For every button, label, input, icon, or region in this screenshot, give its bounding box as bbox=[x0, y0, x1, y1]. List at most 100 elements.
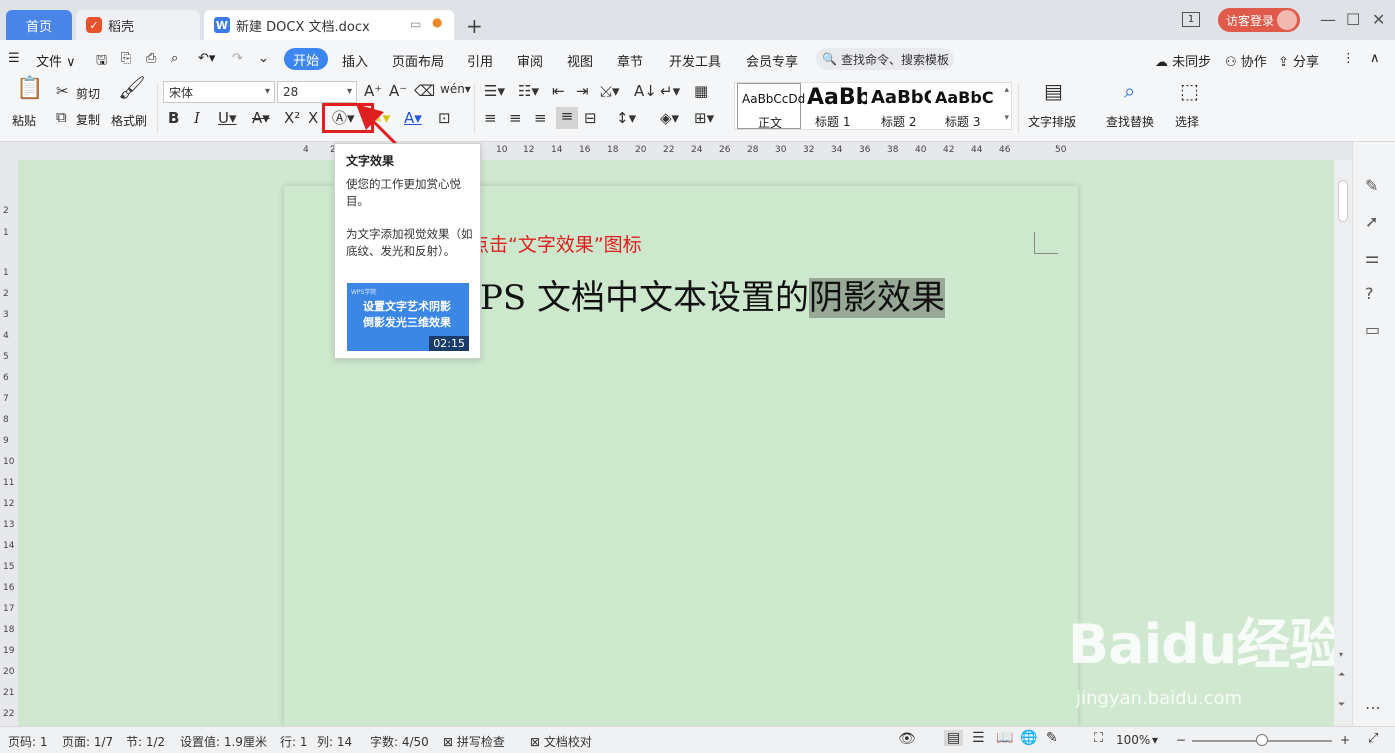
status-section[interactable]: 节: 1/2 bbox=[126, 733, 165, 750]
numbered-list-icon[interactable]: ☷▾ bbox=[518, 82, 539, 100]
tab-home[interactable]: 首页 bbox=[6, 10, 72, 40]
select-icon[interactable]: ⬚ bbox=[1180, 81, 1199, 101]
zoom-in-button[interactable]: + bbox=[1340, 733, 1350, 747]
fullscreen-icon[interactable]: ⤢ bbox=[1368, 731, 1378, 746]
reading-view-icon[interactable]: 📖 bbox=[996, 730, 1013, 746]
align-right-icon[interactable]: ≡ bbox=[534, 109, 547, 127]
find-replace-icon[interactable]: ⌕ bbox=[1124, 81, 1135, 101]
bold-icon[interactable]: B bbox=[168, 109, 179, 127]
shading-icon[interactable]: ◈▾ bbox=[660, 109, 679, 127]
sort-icon[interactable]: A↓ bbox=[634, 82, 657, 100]
phonetic-guide-icon[interactable]: wén▾ bbox=[440, 80, 471, 98]
next-page-icon[interactable]: ⏷ bbox=[1338, 700, 1345, 710]
paste-button[interactable]: 粘贴 bbox=[12, 112, 36, 129]
shrink-font-icon[interactable]: A⁻ bbox=[389, 82, 407, 100]
export-pdf-icon[interactable]: ⎘ bbox=[121, 51, 131, 66]
tab-review[interactable]: 审阅 bbox=[517, 51, 543, 70]
tab-daoke[interactable]: ✓ 稻壳 bbox=[76, 10, 200, 40]
chinese-layout-icon[interactable]: ⤩▾ bbox=[600, 82, 620, 100]
undo-icon[interactable]: ↶▾ bbox=[198, 51, 215, 66]
subscript-icon[interactable]: X bbox=[308, 109, 318, 127]
redo-icon[interactable]: ↷ bbox=[232, 51, 243, 66]
edit-pen-icon[interactable]: ✎ bbox=[1365, 176, 1378, 195]
collapse-ribbon-icon[interactable]: ∧ bbox=[1370, 51, 1380, 66]
style-more-icon[interactable]: ▾ bbox=[1004, 113, 1009, 123]
zoom-slider-knob[interactable] bbox=[1256, 734, 1268, 746]
window-count-badge[interactable]: 1 bbox=[1182, 12, 1200, 27]
format-painter-button[interactable]: 格式刷 bbox=[111, 112, 147, 129]
settings-sliders-icon[interactable]: ⚌ bbox=[1365, 248, 1379, 267]
sync-status[interactable]: ☁ 未同步 bbox=[1155, 51, 1211, 70]
paste-icon[interactable]: 📋 bbox=[16, 78, 43, 100]
tutorial-video-thumbnail[interactable]: WPS学院 设置文字艺术阴影 倒影发光三维效果 02:15 bbox=[347, 283, 469, 351]
hamburger-icon[interactable]: ☰ bbox=[8, 51, 20, 66]
tab-page-layout[interactable]: 页面布局 bbox=[392, 51, 444, 70]
proofread-button[interactable]: ⊠ 文档校对 bbox=[530, 733, 592, 750]
copy-button[interactable]: 复制 bbox=[76, 111, 100, 128]
more-options-icon[interactable]: ⋮ bbox=[1342, 51, 1355, 66]
eye-protection-icon[interactable]: 👁 bbox=[898, 731, 916, 747]
tab-view[interactable]: 视图 bbox=[567, 51, 593, 70]
decrease-indent-icon[interactable]: ⇤ bbox=[552, 82, 565, 100]
style-heading-3[interactable]: AaBbC 标题 3 bbox=[931, 83, 995, 129]
vertical-scrollbar[interactable]: ▾ ⏶ ⏷ bbox=[1334, 160, 1352, 726]
border-icon[interactable]: ⊞▾ bbox=[694, 109, 714, 127]
clear-format-icon[interactable]: ⌫ bbox=[414, 82, 435, 100]
archive-icon[interactable]: ▭ bbox=[1365, 320, 1380, 339]
style-normal[interactable]: AaBbCcDd 正文 bbox=[737, 83, 805, 130]
scrollbar-thumb[interactable] bbox=[1338, 180, 1348, 222]
maximize-button[interactable]: ☐ bbox=[1346, 10, 1360, 29]
horizontal-ruler[interactable]: 4 2 10 12 14 16 18 20 22 24 26 28 30 32 … bbox=[0, 142, 1352, 160]
pointer-icon[interactable]: ➚ bbox=[1365, 212, 1378, 231]
vertical-ruler[interactable]: 2 1 1 2 3 4 5 6 7 8 9 10 11 12 13 14 15 … bbox=[0, 160, 18, 726]
tab-references[interactable]: 引用 bbox=[467, 51, 493, 70]
scissors-icon[interactable]: ✂ bbox=[56, 82, 69, 100]
text-layout-icon[interactable]: ▤ bbox=[1044, 81, 1063, 101]
tab-start[interactable]: 开始 bbox=[284, 48, 328, 70]
new-tab-button[interactable]: + bbox=[466, 14, 483, 38]
share-button[interactable]: ⇪ 分享 bbox=[1278, 51, 1319, 70]
page-view-icon[interactable]: ▤ bbox=[944, 730, 964, 746]
bullet-list-icon[interactable]: ☰▾ bbox=[484, 82, 505, 100]
tab-insert[interactable]: 插入 bbox=[342, 51, 368, 70]
distributed-align-icon[interactable]: ⊟ bbox=[584, 109, 597, 127]
save-icon[interactable]: 🖫 bbox=[96, 51, 107, 73]
command-search[interactable]: 🔍 查找命令、搜索模板 bbox=[816, 48, 954, 70]
font-size-select[interactable]: 28 ▾ bbox=[277, 81, 357, 103]
zoom-dropdown-icon[interactable]: ▾ bbox=[1152, 733, 1158, 747]
style-heading-1[interactable]: AaBb 标题 1 bbox=[803, 83, 867, 129]
outline-view-icon[interactable]: ☰ bbox=[972, 730, 985, 746]
web-view-icon[interactable]: 🌐 bbox=[1020, 730, 1037, 746]
copy-icon[interactable]: ⧉ bbox=[56, 108, 67, 126]
zoom-out-button[interactable]: − bbox=[1176, 733, 1186, 747]
strikethrough-icon[interactable]: A▾ bbox=[252, 109, 270, 127]
status-page-number[interactable]: 页码: 1 bbox=[8, 733, 48, 750]
style-heading-2[interactable]: AaBbC 标题 2 bbox=[867, 83, 931, 129]
zoom-level[interactable]: 100% bbox=[1116, 733, 1150, 747]
superscript-icon[interactable]: X² bbox=[284, 109, 300, 127]
status-setting[interactable]: 设置值: 1.9厘米 bbox=[180, 733, 267, 750]
fit-page-icon[interactable]: ⛶ bbox=[1094, 731, 1103, 746]
align-center-icon[interactable]: ≡ bbox=[509, 109, 522, 127]
tab-developer[interactable]: 开发工具 bbox=[669, 51, 721, 70]
print-icon[interactable]: ⎙ bbox=[146, 51, 156, 66]
prev-page-icon[interactable]: ⏶ bbox=[1338, 670, 1345, 680]
menu-file[interactable]: 文件 ∨ bbox=[36, 51, 76, 70]
minimize-button[interactable]: — bbox=[1320, 10, 1336, 29]
font-name-select[interactable]: 宋体 ▾ bbox=[163, 81, 275, 103]
style-scroll-up-icon[interactable]: ▴ bbox=[1004, 85, 1009, 95]
more-icon[interactable]: ⋯ bbox=[1365, 698, 1381, 717]
guest-login-button[interactable]: 访客登录 bbox=[1218, 8, 1300, 32]
customize-toolbar-icon[interactable]: ⌄ bbox=[258, 51, 269, 66]
monitor-icon[interactable]: ▭ bbox=[410, 17, 421, 31]
collaborate-button[interactable]: ⚇ 协作 bbox=[1225, 51, 1267, 70]
table-icon[interactable]: ▦ bbox=[694, 82, 708, 100]
increase-indent-icon[interactable]: ⇥ bbox=[576, 82, 589, 100]
status-page[interactable]: 页面: 1/7 bbox=[62, 733, 113, 750]
help-icon[interactable]: ? bbox=[1365, 284, 1374, 303]
status-column[interactable]: 列: 14 bbox=[317, 733, 352, 750]
cut-button[interactable]: 剪切 bbox=[76, 85, 100, 102]
underline-icon[interactable]: U▾ bbox=[218, 109, 237, 127]
tab-document[interactable]: W 新建 DOCX 文档.docx ▭ ● bbox=[204, 10, 454, 40]
format-painter-icon[interactable]: 🖌 bbox=[118, 78, 146, 100]
